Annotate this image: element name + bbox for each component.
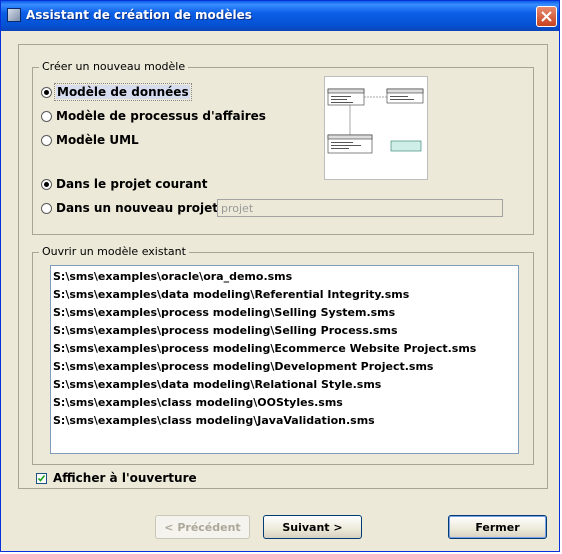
radio-new-project[interactable]: Dans un nouveau projet: (41, 201, 223, 215)
list-item[interactable]: S:\sms\examples\class modeling\JavaValid… (53, 412, 518, 430)
list-item[interactable]: S:\sms\examples\data modeling\Relational… (53, 376, 518, 394)
dialog-body: Créer un nouveau modèle Modèle de donnée… (4, 31, 556, 550)
radio-current-project[interactable]: Dans le projet courant (41, 177, 207, 191)
radio-label: Modèle de données (54, 83, 192, 101)
radio-process-model[interactable]: Modèle de processus d'affaires (41, 109, 266, 123)
checkbox-box[interactable] (36, 472, 47, 484)
list-item[interactable]: S:\sms\examples\process modeling\Selling… (53, 304, 518, 322)
radio-button[interactable] (41, 110, 52, 122)
radio-label: Modèle UML (56, 133, 139, 147)
radio-uml-model[interactable]: Modèle UML (41, 133, 139, 147)
close-button[interactable]: Fermer (448, 515, 547, 539)
list-item[interactable]: S:\sms\examples\oracle\ora_demo.sms (53, 268, 518, 286)
radio-data-model[interactable]: Modèle de données (41, 83, 192, 101)
checkbox-label: Afficher à l'ouverture (53, 471, 197, 485)
open-group-title: Ouvrir un modèle existant (39, 245, 189, 258)
open-model-group: Ouvrir un modèle existant S:\sms\example… (32, 245, 534, 465)
radio-button[interactable] (41, 178, 52, 190)
close-icon[interactable] (536, 6, 557, 27)
previous-button[interactable]: < Précédent (155, 515, 250, 539)
list-item[interactable]: S:\sms\examples\process modeling\Develop… (53, 358, 518, 376)
window-title: Assistant de création de modèles (26, 8, 252, 22)
list-item[interactable]: S:\sms\examples\class modeling\OOStyles.… (53, 394, 518, 412)
app-icon (7, 8, 21, 22)
create-model-group: Créer un nouveau modèle Modèle de donnée… (32, 60, 534, 235)
radio-label: Modèle de processus d'affaires (56, 109, 266, 123)
radio-label: Dans le projet courant (56, 177, 208, 191)
next-button[interactable]: Suivant > (263, 515, 362, 539)
title-bar[interactable]: Assistant de création de modèles (1, 1, 559, 31)
model-preview-thumbnail (324, 76, 428, 180)
show-on-open-checkbox[interactable]: Afficher à l'ouverture (36, 471, 197, 485)
recent-models-list[interactable]: S:\sms\examples\oracle\ora_demo.sms S:\s… (50, 265, 519, 454)
radio-button[interactable] (41, 202, 52, 214)
list-item[interactable]: S:\sms\examples\process modeling\Ecommer… (53, 340, 518, 358)
create-group-title: Créer un nouveau modèle (39, 60, 189, 73)
main-panel: Créer un nouveau modèle Modèle de donnée… (18, 44, 548, 489)
radio-button[interactable] (41, 86, 52, 98)
list-item[interactable]: S:\sms\examples\data modeling\Referentia… (53, 286, 518, 304)
radio-label: Dans un nouveau projet: (56, 201, 223, 215)
list-item[interactable]: S:\sms\examples\process modeling\Selling… (53, 322, 518, 340)
radio-button[interactable] (41, 134, 52, 146)
wizard-window: Assistant de création de modèles Créer u… (0, 0, 560, 552)
project-name-input[interactable]: projet (217, 199, 503, 217)
